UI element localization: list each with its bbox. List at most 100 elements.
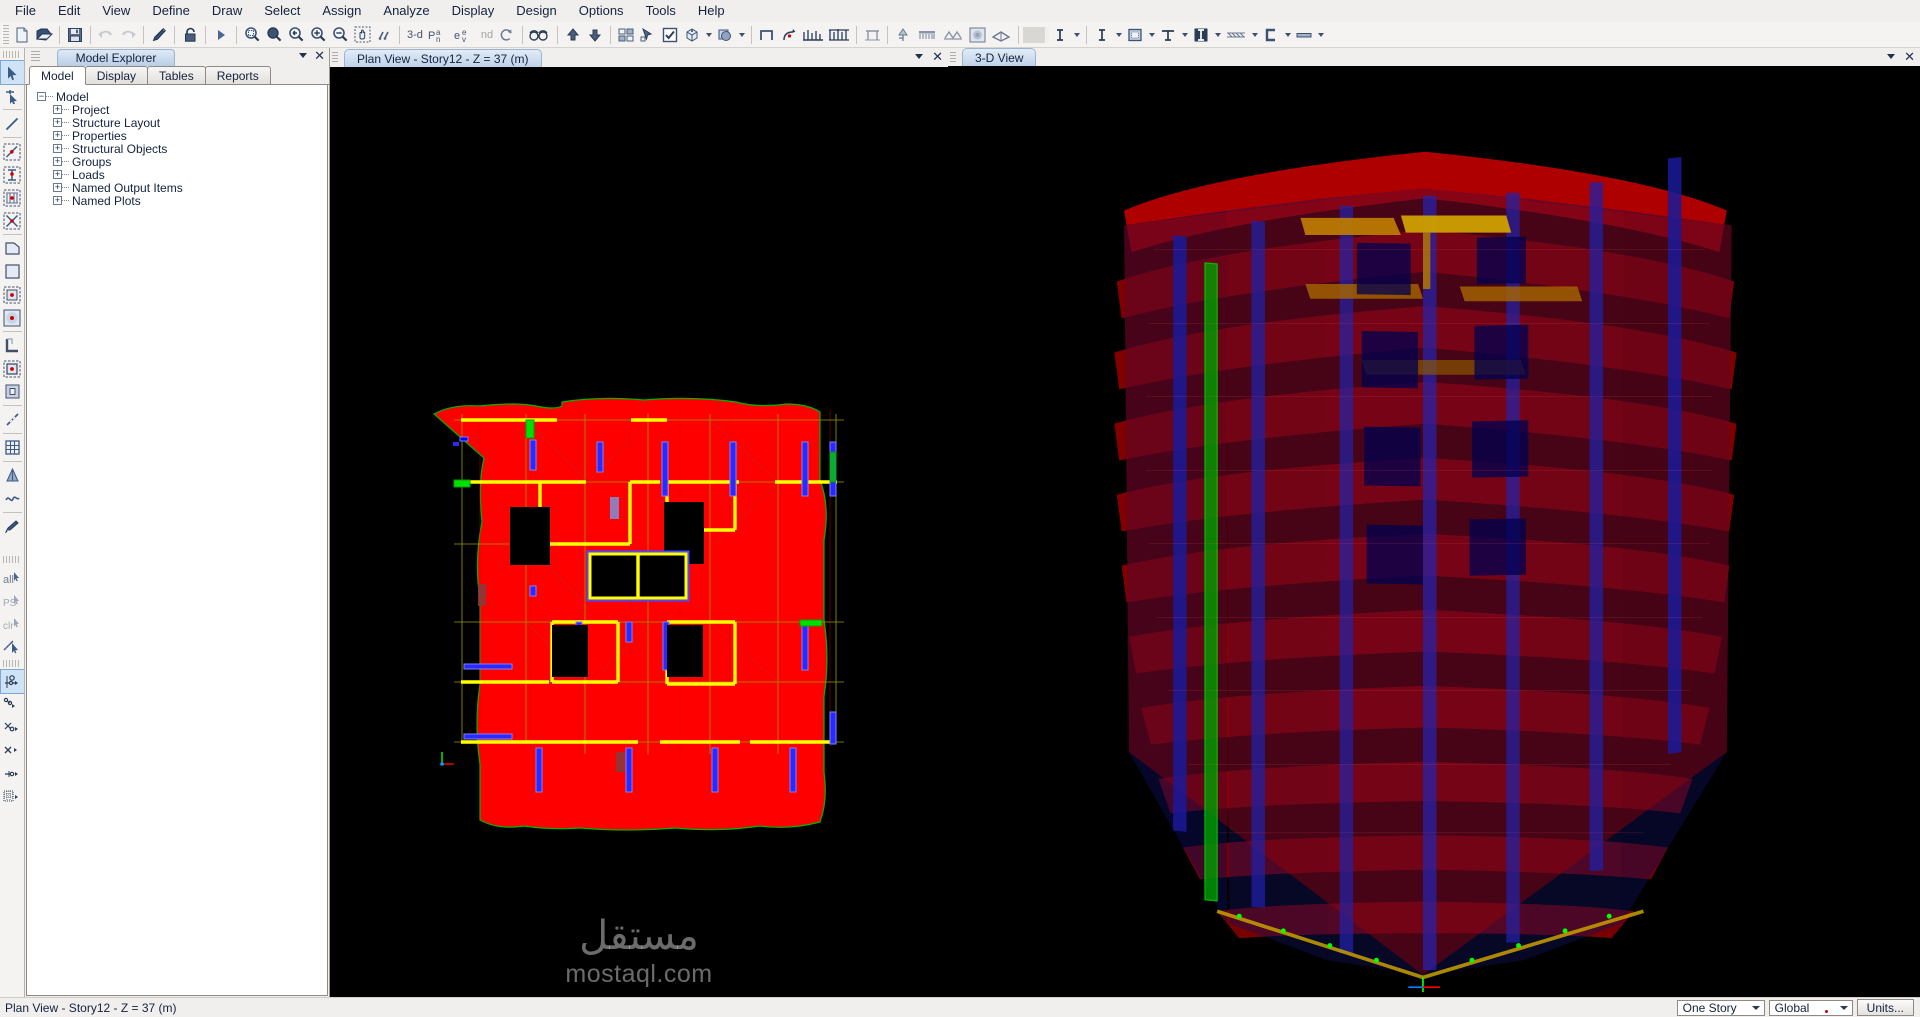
zoom-in-icon[interactable]	[307, 24, 329, 46]
set-display-options-icon[interactable]	[659, 24, 681, 46]
explorer-drag-grip[interactable]	[31, 51, 40, 62]
draw-opening-icon[interactable]	[1, 380, 24, 403]
tree-item-structural-objects[interactable]: + Structural Objects	[31, 142, 323, 156]
select-arrow-icon[interactable]	[0, 60, 24, 85]
deformed-shape-icon[interactable]	[778, 24, 800, 46]
snap-to-perpendicular-icon[interactable]	[1, 762, 24, 785]
story-select[interactable]: One Story	[1676, 999, 1765, 1016]
draw-beam-in-region-icon[interactable]	[1, 140, 24, 163]
object-snap-icon[interactable]	[615, 24, 637, 46]
three-d-view-chevron-down-icon[interactable]	[1887, 54, 1896, 59]
column-section-dropdown-icon[interactable]	[1113, 24, 1124, 46]
zoom-previous-icon[interactable]	[285, 24, 307, 46]
snap-toolbar-grip[interactable]	[3, 660, 21, 667]
draw-brace-icon[interactable]	[1, 209, 24, 232]
expand-icon[interactable]: +	[53, 118, 62, 127]
tree-item-model[interactable]: − Model	[31, 90, 323, 104]
elevation-view-icon[interactable]: eev	[452, 24, 478, 46]
plan-view-icon[interactable]: Pan	[426, 24, 452, 46]
assign-loads-icon[interactable]	[914, 24, 940, 46]
expand-icon[interactable]: +	[53, 131, 62, 140]
expand-icon[interactable]: +	[53, 170, 62, 179]
snap-to-intersection-icon[interactable]	[1, 739, 24, 762]
named-view-icon[interactable]: nd	[478, 29, 496, 41]
three-d-view-tab[interactable]: 3-D View	[962, 48, 1037, 66]
redo-icon[interactable]	[117, 24, 139, 46]
text-label-dropdown-icon[interactable]	[1071, 24, 1082, 46]
deck-section-icon[interactable]	[1223, 24, 1249, 46]
menu-item-file[interactable]: File	[4, 1, 47, 22]
snap-to-point-icon[interactable]	[0, 669, 24, 694]
zoom-out-icon[interactable]	[329, 24, 351, 46]
wall-section-icon[interactable]	[1190, 24, 1212, 46]
edit-icon[interactable]	[148, 24, 170, 46]
quick-draw-secondary-beams-icon[interactable]	[1, 487, 24, 510]
zoom-in-one-step-icon[interactable]	[263, 24, 285, 46]
support-reactions-icon[interactable]	[940, 24, 966, 46]
run-analysis-icon[interactable]	[210, 24, 232, 46]
plan-view-close-icon[interactable]: ✕	[932, 50, 943, 63]
explorer-close-icon[interactable]: ✕	[314, 49, 325, 62]
tab-tables[interactable]: Tables	[147, 66, 206, 84]
tab-display[interactable]: Display	[84, 66, 149, 84]
set-3d-view-dropdown-icon[interactable]	[703, 24, 714, 46]
slab-section-icon[interactable]	[1293, 24, 1315, 46]
menu-item-help[interactable]: Help	[687, 1, 736, 22]
menu-item-options[interactable]: Options	[568, 1, 635, 22]
menu-item-design[interactable]: Design	[505, 1, 567, 22]
draw-column-icon[interactable]	[1, 163, 24, 186]
expand-icon[interactable]: +	[53, 196, 62, 205]
three-d-view-canvas[interactable]	[948, 66, 1920, 997]
expand-icon[interactable]: +	[53, 183, 62, 192]
move-up-story-icon[interactable]	[562, 24, 584, 46]
section-cut-icon[interactable]	[988, 24, 1014, 46]
draw-line-icon[interactable]	[1, 112, 24, 135]
menu-item-view[interactable]: View	[91, 1, 141, 22]
column-section-icon[interactable]	[1091, 24, 1113, 46]
beam-section-dropdown-icon[interactable]	[1146, 24, 1157, 46]
tab-reports[interactable]: Reports	[204, 66, 271, 84]
menu-item-display[interactable]: Display	[441, 1, 506, 22]
perspective-toggle-icon[interactable]	[527, 24, 553, 46]
deck-section-dropdown-icon[interactable]	[1249, 24, 1260, 46]
draw-secondary-beams-icon[interactable]	[1, 408, 24, 431]
snap-to-midpoint-icon[interactable]	[1, 716, 24, 739]
brace-section-dropdown-icon[interactable]	[1179, 24, 1190, 46]
frame-section-cut-icon[interactable]	[861, 24, 883, 46]
contour-plot-icon[interactable]	[966, 24, 988, 46]
lock-model-icon[interactable]	[179, 24, 201, 46]
expand-icon[interactable]: +	[53, 105, 62, 114]
draw-floor-icon[interactable]	[1, 186, 24, 209]
channel-section-dropdown-icon[interactable]	[1282, 24, 1293, 46]
menu-item-tools[interactable]: Tools	[635, 1, 687, 22]
tree-item-groups[interactable]: + Groups	[31, 155, 323, 169]
show-forces-diagram-icon[interactable]	[800, 24, 826, 46]
tree-item-structure-layout[interactable]: + Structure Layout	[31, 116, 323, 130]
quick-draw-braces-icon[interactable]	[1, 464, 24, 487]
plan-view-tab[interactable]: Plan View - Story12 - Z = 37 (m)	[344, 49, 542, 67]
3d-view-icon[interactable]: 3-d	[404, 29, 426, 41]
draw-circle-area-icon[interactable]	[1, 306, 24, 329]
set-3d-view-icon[interactable]	[681, 24, 703, 46]
save-model-icon[interactable]	[64, 24, 86, 46]
coordinate-system-select[interactable]: Global	[1768, 999, 1853, 1016]
expand-icon[interactable]: +	[53, 157, 62, 166]
explorer-menu-chevron-down-icon[interactable]	[299, 53, 308, 58]
object-fill-icon[interactable]	[714, 24, 736, 46]
object-fill-dropdown-icon[interactable]	[736, 24, 747, 46]
menu-item-edit[interactable]: Edit	[47, 1, 91, 22]
snap-to-line-ends-icon[interactable]	[1, 693, 24, 716]
brace-section-icon[interactable]	[1157, 24, 1179, 46]
expand-icon[interactable]: +	[53, 144, 62, 153]
pan-icon[interactable]	[351, 24, 373, 46]
select-all-icon[interactable]: all	[1, 566, 24, 589]
channel-section-icon[interactable]	[1260, 24, 1282, 46]
model-explorer-tab[interactable]: Model Explorer	[57, 49, 175, 66]
draw-point-objects-icon[interactable]	[1, 283, 24, 306]
shear-diagram-icon[interactable]	[826, 24, 852, 46]
collapse-icon[interactable]: −	[37, 92, 46, 101]
menu-item-analyze[interactable]: Analyze	[372, 1, 440, 22]
draw-dimension-line-icon[interactable]	[1, 515, 24, 538]
tab-model[interactable]: Model	[29, 66, 86, 85]
draw-rect-object-icon[interactable]	[1, 357, 24, 380]
